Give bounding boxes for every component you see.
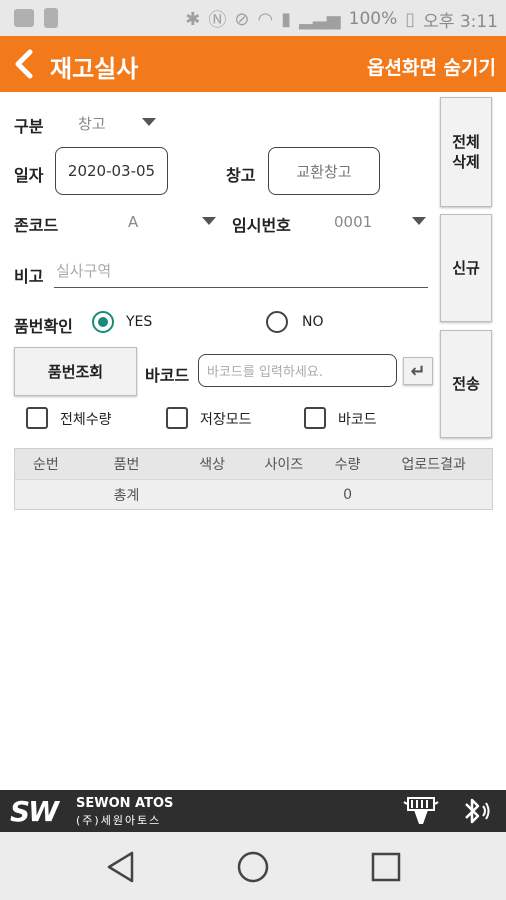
category-label: 구분 [14, 117, 44, 136]
item-check-label: 품번확인 [14, 317, 73, 336]
date-field[interactable]: 2020-03-05 [55, 147, 168, 195]
back-triangle-icon[interactable] [104, 850, 138, 884]
total-qty: 0 [343, 486, 353, 503]
col-qty: 수량 [334, 457, 361, 473]
brand-logo: SW [10, 795, 59, 828]
date-label: 일자 [14, 166, 44, 185]
zone-code-select[interactable]: A [128, 213, 138, 231]
table-header-row: 순번 품번 색상 사이즈 수량 업로드결과 [15, 449, 492, 479]
temp-number-label: 임시번호 [232, 216, 291, 235]
item-check-yes-radio[interactable] [92, 311, 114, 333]
barcode-input[interactable]: 바코드를 입력하세요. [198, 354, 397, 387]
temp-number-dropdown-icon[interactable] [412, 217, 426, 225]
back-arrow-icon[interactable] [10, 46, 40, 82]
signal-icon: ▂▃▅ [299, 8, 341, 30]
clock: 오후 3:11 [423, 11, 498, 32]
col-seq: 순번 [32, 457, 59, 473]
sim-icon: ▮ [281, 8, 292, 30]
app-bar: 재고실사 옵션화면 숨기기 [0, 36, 506, 92]
page-title: 재고실사 [50, 55, 139, 83]
brand-name-ko: (주)세원아토스 [76, 814, 162, 827]
category-dropdown-icon[interactable] [142, 118, 156, 126]
recents-square-icon[interactable] [370, 851, 402, 883]
col-size: 사이즈 [264, 457, 304, 473]
wifi-icon: ◠ [257, 8, 274, 30]
save-mode-checkbox[interactable] [166, 407, 188, 429]
status-bar: ✱ Ⓝ ⊘ ◠ ▮ ▂▃▅ 100% ▯ 오후 3:11 [0, 0, 506, 36]
home-circle-icon[interactable] [236, 850, 270, 884]
sd-card-icon [44, 8, 58, 28]
brand-name-en: SEWON ATOS [76, 796, 174, 811]
total-qty-checkbox[interactable] [26, 407, 48, 429]
scanner-icon[interactable] [402, 796, 440, 826]
warehouse-label: 창고 [226, 166, 256, 185]
save-mode-label: 저장모드 [200, 412, 252, 428]
category-select[interactable]: 창고 [78, 113, 106, 134]
item-check-yes-label: YES [126, 314, 153, 330]
delete-all-button[interactable]: 전체 삭제 [440, 97, 492, 207]
barcode-label: 바코드 [145, 366, 190, 385]
bluetooth-icon[interactable] [460, 796, 492, 826]
message-icon [14, 9, 34, 27]
footer-bar: SW SEWON ATOS (주)세원아토스 [0, 790, 506, 832]
col-upload-result: 업로드결과 [401, 457, 466, 473]
remark-label: 비고 [14, 267, 44, 286]
total-label: 총계 [113, 487, 140, 504]
inventory-table: 순번 품번 색상 사이즈 수량 업로드결과 총계 0 [14, 448, 493, 510]
barcode-checkbox[interactable] [304, 407, 326, 429]
temp-number-select[interactable]: 0001 [334, 213, 372, 231]
warehouse-field[interactable]: 교환창고 [268, 147, 380, 195]
col-item-no: 품번 [113, 457, 140, 473]
table-total-row: 총계 0 [15, 479, 492, 509]
col-color: 색상 [199, 457, 226, 473]
zone-code-label: 존코드 [14, 216, 59, 235]
item-check-no-radio[interactable] [266, 311, 288, 333]
hide-options-button[interactable]: 옵션화면 숨기기 [367, 53, 496, 80]
navigation-bar [0, 832, 506, 900]
enter-icon[interactable]: ↵ [403, 357, 433, 385]
new-button[interactable]: 신규 [440, 214, 492, 322]
nfc-icon: Ⓝ [208, 10, 227, 31]
remark-input[interactable]: 실사구역 [54, 260, 428, 288]
send-button[interactable]: 전송 [440, 330, 492, 438]
total-qty-label: 전체수량 [60, 412, 112, 428]
item-lookup-button[interactable]: 품번조회 [14, 347, 137, 396]
zone-code-dropdown-icon[interactable] [202, 217, 216, 225]
battery-percent: 100% [348, 9, 398, 29]
vibrate-off-icon: ⊘ [234, 8, 250, 30]
item-check-no-label: NO [302, 314, 324, 330]
bluetooth-status-icon: ✱ [185, 8, 201, 30]
barcode-checkbox-label: 바코드 [338, 412, 377, 428]
battery-icon: ▯ [405, 8, 416, 30]
